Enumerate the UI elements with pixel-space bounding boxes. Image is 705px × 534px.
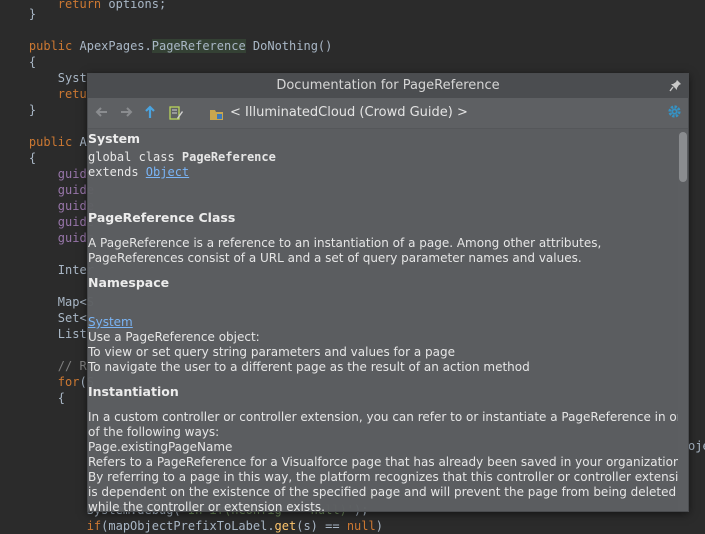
code-line: guide <box>0 215 94 229</box>
doc-list-item: To view or set query string parameters a… <box>88 345 455 359</box>
doc-paragraph: A PageReference is a reference to an ins… <box>88 236 602 250</box>
module-folder-icon <box>209 106 223 120</box>
code-line: Set< <box>0 311 87 325</box>
namespace-link[interactable]: System <box>88 315 133 330</box>
doc-paragraph: while the controller or extension exists… <box>88 500 325 511</box>
code-line: } <box>0 7 37 21</box>
doc-list-item: To navigate the user to a different page… <box>88 360 530 374</box>
doc-paragraph: is dependent on the existence of the spe… <box>88 485 677 499</box>
doc-content: System global class PageReference extend… <box>88 129 678 511</box>
code-line-fragment: oje <box>688 439 705 453</box>
code-line: { <box>0 55 37 69</box>
code-line: guide <box>0 231 94 245</box>
instantiation-heading: Instantiation <box>88 384 179 399</box>
namespace-heading: Namespace <box>88 275 170 290</box>
breadcrumb[interactable]: < IlluminatedCloud (Crowd Guide) > <box>230 104 468 122</box>
back-arrow-icon[interactable] <box>94 105 110 121</box>
code-line: public A <box>28 135 87 149</box>
class-heading: PageReference Class <box>88 210 236 225</box>
doc-paragraph: of the following ways: <box>88 425 220 439</box>
code-line: Syste <box>0 71 94 85</box>
code-line: } <box>0 103 37 117</box>
doc-term: Page.existingPageName <box>88 440 233 454</box>
code-line: for(S <box>57 375 94 389</box>
doc-paragraph: Refers to a PageReference for a Visualfo… <box>88 455 678 469</box>
code-line: if(mapObjectPrefixToLabel.get(s) == null… <box>86 519 383 533</box>
doc-scrollbar[interactable] <box>678 131 688 511</box>
code-line: guide <box>0 167 94 181</box>
code-line: retu <box>57 87 87 101</box>
popup-title[interactable]: Documentation for PageReference <box>88 74 688 98</box>
edit-source-icon[interactable] <box>168 105 184 121</box>
doc-package: System <box>88 131 141 146</box>
up-arrow-icon[interactable] <box>142 105 158 121</box>
doc-paragraph: In a custom controller or controller ext… <box>88 410 678 424</box>
doc-declaration: global class PageReference <box>88 150 276 164</box>
doc-toolbar: < IlluminatedCloud (Crowd Guide) > <box>88 98 688 129</box>
gear-icon[interactable] <box>666 104 682 120</box>
doc-paragraph: PageReferences consist of a URL and a se… <box>88 251 582 265</box>
object-link[interactable]: Object <box>146 165 189 179</box>
forward-arrow-icon[interactable] <box>118 105 134 121</box>
pin-icon[interactable] <box>668 79 682 93</box>
code-line: guide <box>0 199 94 213</box>
documentation-popup[interactable]: Documentation for PageReference < Illumi… <box>87 73 689 512</box>
code-line-signature: public ApexPages.PageReference DoNothing… <box>28 39 333 53</box>
code-line-comment: // R <box>0 359 87 373</box>
doc-extends: extends Object <box>88 165 190 179</box>
code-line: { <box>0 151 37 165</box>
code-line: Map<S <box>0 295 94 309</box>
code-line: List <box>0 327 87 341</box>
code-line: { <box>0 391 66 405</box>
code-line: guide <box>0 183 94 197</box>
scrollbar-thumb[interactable] <box>679 132 687 182</box>
doc-paragraph: By referring to a page in this way, the … <box>88 470 678 484</box>
code-line: Inter <box>0 263 94 277</box>
doc-paragraph: Use a PageReference object: <box>88 330 260 344</box>
